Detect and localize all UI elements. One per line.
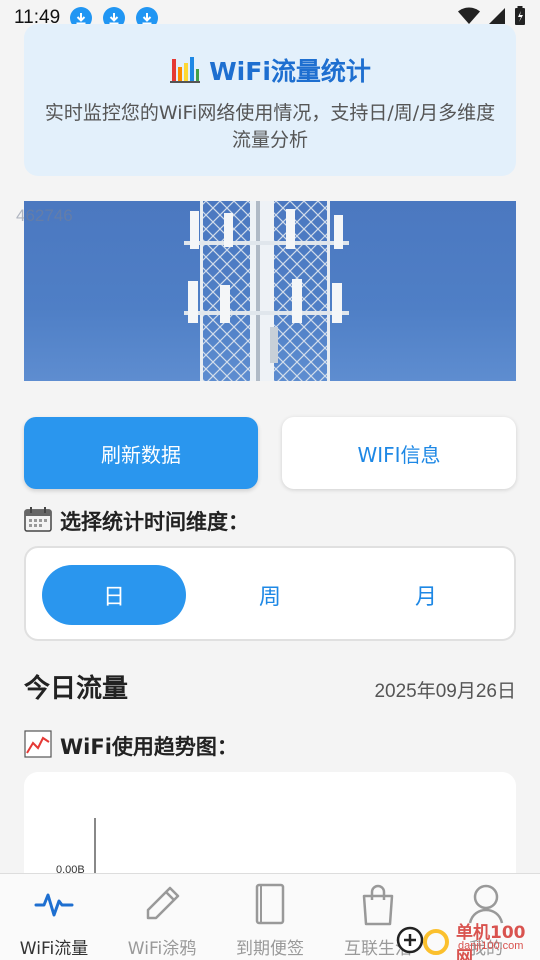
pulse-icon: [32, 882, 76, 926]
shopping-bag-icon: [356, 882, 400, 926]
site-watermark-name: 单机100网: [456, 923, 526, 960]
nav-item-wifi-traffic[interactable]: WiFi流量: [0, 874, 108, 960]
banner-image[interactable]: [24, 201, 516, 381]
trend-chart-heading-row: WiFi使用趋势图：: [24, 730, 238, 762]
nav-label: WiFi涂鸦: [127, 939, 197, 959]
header-description: 实时监控您的WiFi网络使用情况，支持日/周/月多维度流量分析: [44, 102, 496, 151]
time-dimension-heading-row: 选择统计时间维度：: [24, 506, 249, 536]
header-card: WiFi流量统计 实时监控您的WiFi网络使用情况，支持日/周/月多维度流量分析: [24, 24, 516, 176]
today-traffic-title: 今日流量: [24, 674, 129, 704]
nav-item-expiry-notes[interactable]: 到期便签: [216, 874, 324, 960]
battery-icon: [514, 6, 526, 30]
note-icon: [248, 882, 292, 926]
trend-chart-heading: WiFi使用趋势图：: [60, 735, 238, 759]
banner-watermark-id: 462746: [16, 206, 73, 225]
header-title: WiFi流量统计: [209, 57, 371, 86]
today-date: 2025年09月26日: [374, 681, 516, 702]
line-chart-icon: [24, 730, 52, 762]
nav-item-wifi-doodle[interactable]: WiFi涂鸦: [108, 874, 216, 960]
segment-week[interactable]: 周: [198, 565, 342, 625]
nav-label: WiFi流量: [19, 939, 89, 959]
segment-month[interactable]: 月: [354, 565, 498, 625]
time-dimension-heading: 选择统计时间维度：: [60, 510, 249, 534]
pencil-icon: [140, 882, 184, 926]
nav-label: 到期便签: [236, 939, 304, 959]
header-title-row: WiFi流量统计: [24, 52, 516, 88]
refresh-data-button[interactable]: 刷新数据: [24, 417, 258, 489]
site-watermark-domain: danji100.com: [458, 940, 524, 952]
wifi-info-button[interactable]: WIFI信息: [282, 417, 516, 489]
time-dimension-selector: 日 周 月: [24, 546, 516, 641]
calendar-icon: [24, 506, 52, 536]
segment-day[interactable]: 日: [42, 565, 186, 625]
cell-tower-image: [184, 201, 349, 381]
bar-chart-icon: [169, 53, 201, 87]
